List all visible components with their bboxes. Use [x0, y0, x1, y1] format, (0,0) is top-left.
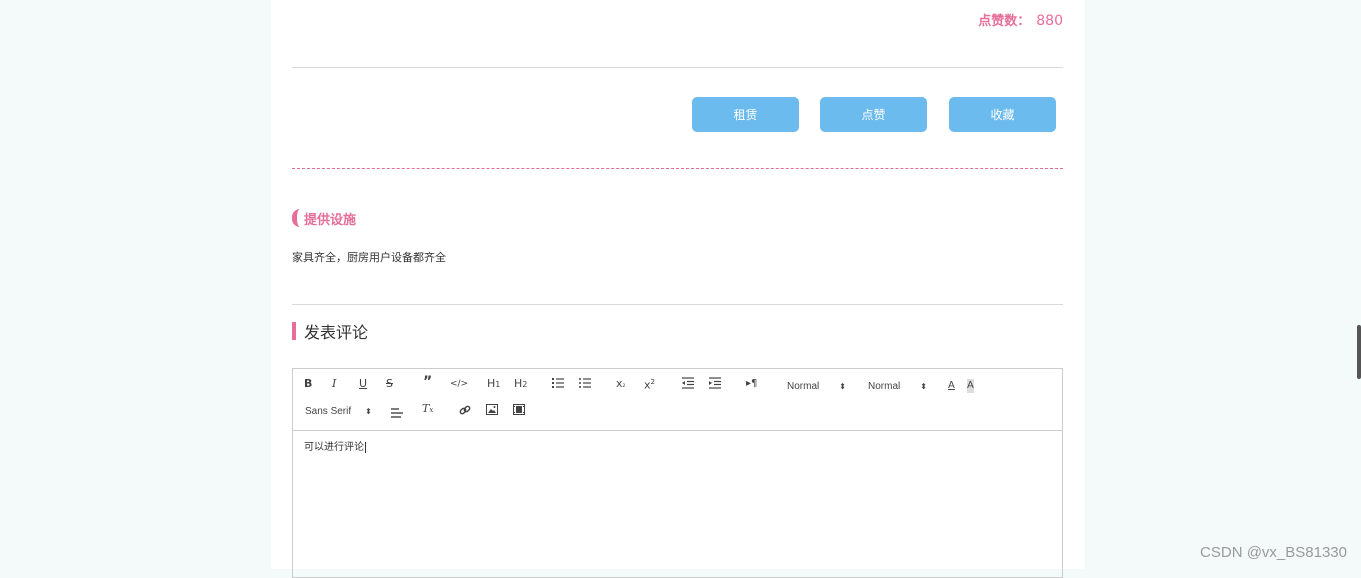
facilities-heading: 提供设施	[292, 208, 356, 228]
facilities-text: 家具齐全，厨房用户设备都齐全	[292, 251, 446, 264]
select-arrow-icon: ⬍	[839, 382, 846, 391]
likes-count: 点赞数： 880	[978, 10, 1063, 29]
content-panel: 点赞数： 880 租赁 点赞 收藏 提供设施 家具齐全，厨房用户设备都齐全 发表评…	[271, 0, 1085, 578]
scrollbar-thumb[interactable]	[1357, 325, 1361, 379]
editor-toolbar: B I U S ” </> H1 H2 x₂ x2 ▸¶ Normal ⬍ No…	[293, 369, 1062, 431]
font-select-value: Sans Serif	[305, 406, 352, 417]
select-arrow-icon: ⬍	[365, 407, 372, 416]
subscript-icon[interactable]: x₂	[616, 377, 625, 392]
size-select[interactable]: Normal ⬍	[868, 381, 927, 392]
clear-format-icon[interactable]: Tx	[422, 402, 433, 417]
select-arrow-icon: ⬍	[920, 382, 927, 391]
outdent-icon[interactable]	[682, 377, 694, 389]
code-block-icon[interactable]: </>	[450, 377, 468, 391]
rent-button[interactable]: 租赁	[692, 97, 799, 132]
video-icon[interactable]	[513, 404, 525, 415]
heading-bar	[292, 322, 296, 340]
link-icon[interactable]	[459, 404, 471, 416]
watermark: CSDN @vx_BS81330	[1200, 544, 1347, 561]
editor-content[interactable]: 可以进行评论	[304, 438, 366, 453]
header-select-value: Normal	[787, 381, 820, 392]
strike-icon[interactable]: S	[386, 377, 393, 391]
background-color-icon[interactable]: A	[967, 379, 974, 393]
image-icon[interactable]	[486, 404, 498, 415]
crescent-icon	[292, 209, 300, 227]
favorite-button[interactable]: 收藏	[949, 97, 1056, 132]
rtl-icon[interactable]: ▸¶	[746, 377, 757, 391]
font-select[interactable]: Sans Serif ⬍	[305, 406, 372, 417]
header2-icon[interactable]: H2	[514, 377, 527, 392]
comment-heading: 发表评论	[292, 321, 369, 342]
header-select[interactable]: Normal ⬍	[787, 381, 846, 392]
divider	[292, 304, 1063, 305]
blockquote-icon[interactable]: ”	[423, 375, 432, 389]
align-icon[interactable]	[391, 406, 403, 418]
indent-icon[interactable]	[709, 377, 721, 389]
underline-icon[interactable]: U	[359, 377, 367, 391]
text-color-icon[interactable]: A	[948, 379, 955, 393]
dashed-divider	[292, 168, 1063, 169]
comment-title: 发表评论	[304, 323, 369, 342]
like-button[interactable]: 点赞	[820, 97, 927, 132]
bullet-list-icon[interactable]	[579, 377, 591, 389]
text-caret	[365, 441, 366, 453]
ordered-list-icon[interactable]	[552, 377, 564, 389]
likes-label: 点赞数：	[978, 14, 1031, 29]
comment-editor: B I U S ” </> H1 H2 x₂ x2 ▸¶ Normal ⬍ No…	[292, 368, 1063, 578]
italic-icon[interactable]: I	[332, 377, 336, 391]
header1-icon[interactable]: H1	[487, 377, 500, 392]
size-select-value: Normal	[868, 381, 901, 392]
likes-value: 880	[1036, 13, 1063, 29]
divider	[292, 67, 1063, 68]
superscript-icon[interactable]: x2	[644, 375, 655, 393]
bold-icon[interactable]: B	[304, 377, 312, 391]
facilities-title: 提供设施	[304, 212, 357, 228]
editor-text: 可以进行评论	[304, 442, 364, 453]
